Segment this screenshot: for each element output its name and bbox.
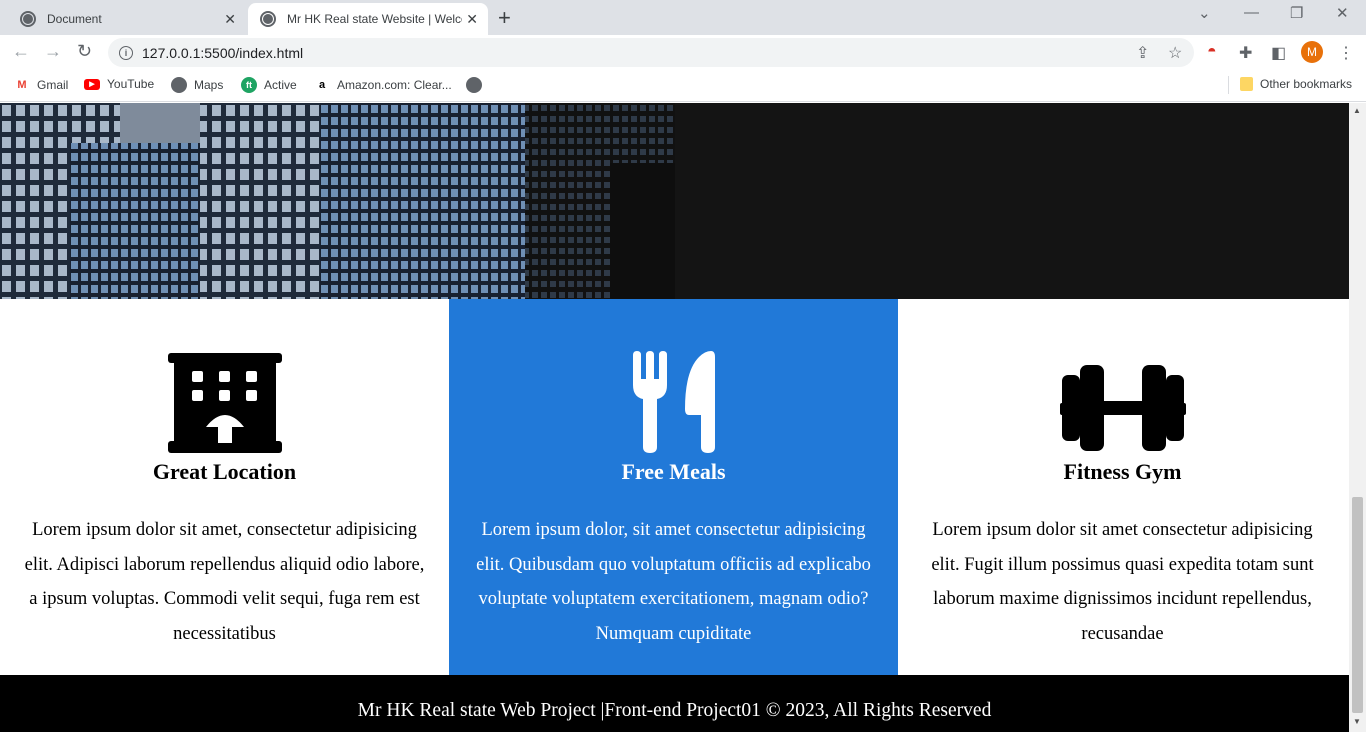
browser-toolbar: ← → ↻ i 127.0.0.1:5500/index.html ⇪ ☆ ◓ … [0, 35, 1366, 70]
page-footer: Mr HK Real state Web Project |Front-end … [0, 675, 1349, 732]
bookmark-gmail[interactable]: M Gmail [14, 77, 68, 93]
feature-card-gym: Fitness Gym Lorem ipsum dolor sit amet c… [898, 299, 1347, 675]
hero-building-image [0, 103, 675, 299]
tab-title: Mr HK Real state Website | Welco [287, 12, 462, 26]
feature-text: Lorem ipsum dolor sit amet consectetur a… [931, 520, 1314, 645]
back-icon[interactable]: ← [12, 41, 30, 62]
other-bookmarks[interactable]: Other bookmarks [1240, 77, 1352, 91]
globe-icon [466, 77, 482, 93]
bookmark-label: Gmail [37, 78, 69, 92]
amazon-icon: a [318, 79, 326, 91]
address-bar[interactable]: i 127.0.0.1:5500/index.html [108, 38, 1194, 67]
bookmark-label: Other bookmarks [1260, 77, 1353, 91]
feature-text: Lorem ipsum dolor sit amet, consectetur … [24, 520, 425, 645]
feature-card-meals: Free Meals Lorem ipsum dolor, sit amet c… [449, 299, 898, 675]
forward-icon[interactable]: → [44, 41, 62, 62]
tab-document[interactable]: Document ✕ [8, 3, 246, 35]
globe-icon [260, 11, 276, 27]
side-panel-icon[interactable]: ◧ [1271, 43, 1286, 63]
scroll-up-icon[interactable]: ▲ [1353, 106, 1361, 115]
bookmark-label: Maps [194, 78, 224, 92]
tab-active-site[interactable]: Mr HK Real state Website | Welco ✕ [248, 3, 488, 35]
hero-dark-panel [675, 103, 1349, 299]
minimize-icon[interactable]: — [1244, 4, 1259, 21]
feature-title: Great Location [152, 459, 297, 484]
folder-icon [1240, 77, 1253, 91]
feature-title: Free Meals [621, 459, 726, 484]
feature-text: Lorem ipsum dolor, sit amet consectetur … [476, 520, 871, 645]
bookmark-globe[interactable] [466, 77, 489, 93]
new-tab-button[interactable]: + [498, 5, 511, 31]
features-section: Great Location Lorem ipsum dolor sit ame… [0, 299, 1349, 675]
feature-card-location: Great Location Lorem ipsum dolor sit ame… [0, 299, 449, 675]
active-fitness-icon: ft [241, 77, 257, 93]
dumbbell-icon [1059, 365, 1186, 451]
bookmarks-divider [1228, 76, 1229, 94]
footer-text: Mr HK Real state Web Project |Front-end … [357, 700, 992, 721]
site-info-icon[interactable]: i [119, 45, 133, 60]
bookmark-active[interactable]: ft Active [241, 77, 297, 93]
bookmark-youtube[interactable]: ▶ YouTube [84, 77, 154, 91]
window-close-icon[interactable]: ✕ [1336, 4, 1349, 22]
tab-search-icon[interactable]: ⌄ [1198, 4, 1211, 22]
page-viewport: Great Location Lorem ipsum dolor sit ame… [0, 103, 1349, 732]
globe-icon [171, 77, 187, 93]
bookmarks-bar: M Gmail ▶ YouTube Maps ft Active a Amazo… [0, 70, 1366, 102]
utensils-icon [632, 351, 715, 453]
feature-title: Fitness Gym [1063, 459, 1182, 484]
reload-icon[interactable]: ↻ [77, 41, 92, 62]
profile-avatar[interactable]: M [1301, 41, 1323, 63]
gmail-icon: M [17, 79, 27, 91]
scroll-down-icon[interactable]: ▼ [1353, 717, 1361, 726]
menu-kebab-icon[interactable]: ⋮ [1338, 43, 1354, 63]
globe-icon [20, 11, 36, 27]
bookmark-label: Amazon.com: Clear... [337, 78, 452, 92]
city-buildings-image [0, 103, 675, 299]
bookmark-label: YouTube [107, 77, 155, 91]
close-icon[interactable]: ✕ [466, 11, 478, 28]
bookmark-star-icon[interactable]: ☆ [1168, 43, 1182, 63]
tab-strip: Document ✕ Mr HK Real state Website | We… [0, 0, 1366, 35]
building-icon [167, 353, 282, 453]
tab-title: Document [47, 12, 102, 26]
close-icon[interactable]: ✕ [224, 11, 236, 28]
bookmark-amazon[interactable]: a Amazon.com: Clear... [314, 77, 452, 93]
url-text[interactable]: 127.0.0.1:5500/index.html [142, 45, 303, 61]
scrollbar-thumb[interactable] [1352, 497, 1363, 713]
youtube-icon: ▶ [84, 78, 100, 90]
extension-pokeball-icon[interactable]: ◓ [1207, 43, 1217, 61]
share-icon[interactable]: ⇪ [1136, 43, 1149, 63]
extensions-puzzle-icon[interactable]: ✚ [1239, 43, 1252, 63]
restore-icon[interactable]: ❐ [1290, 4, 1303, 22]
bookmark-label: Active [264, 78, 297, 92]
bookmark-maps[interactable]: Maps [171, 77, 223, 93]
